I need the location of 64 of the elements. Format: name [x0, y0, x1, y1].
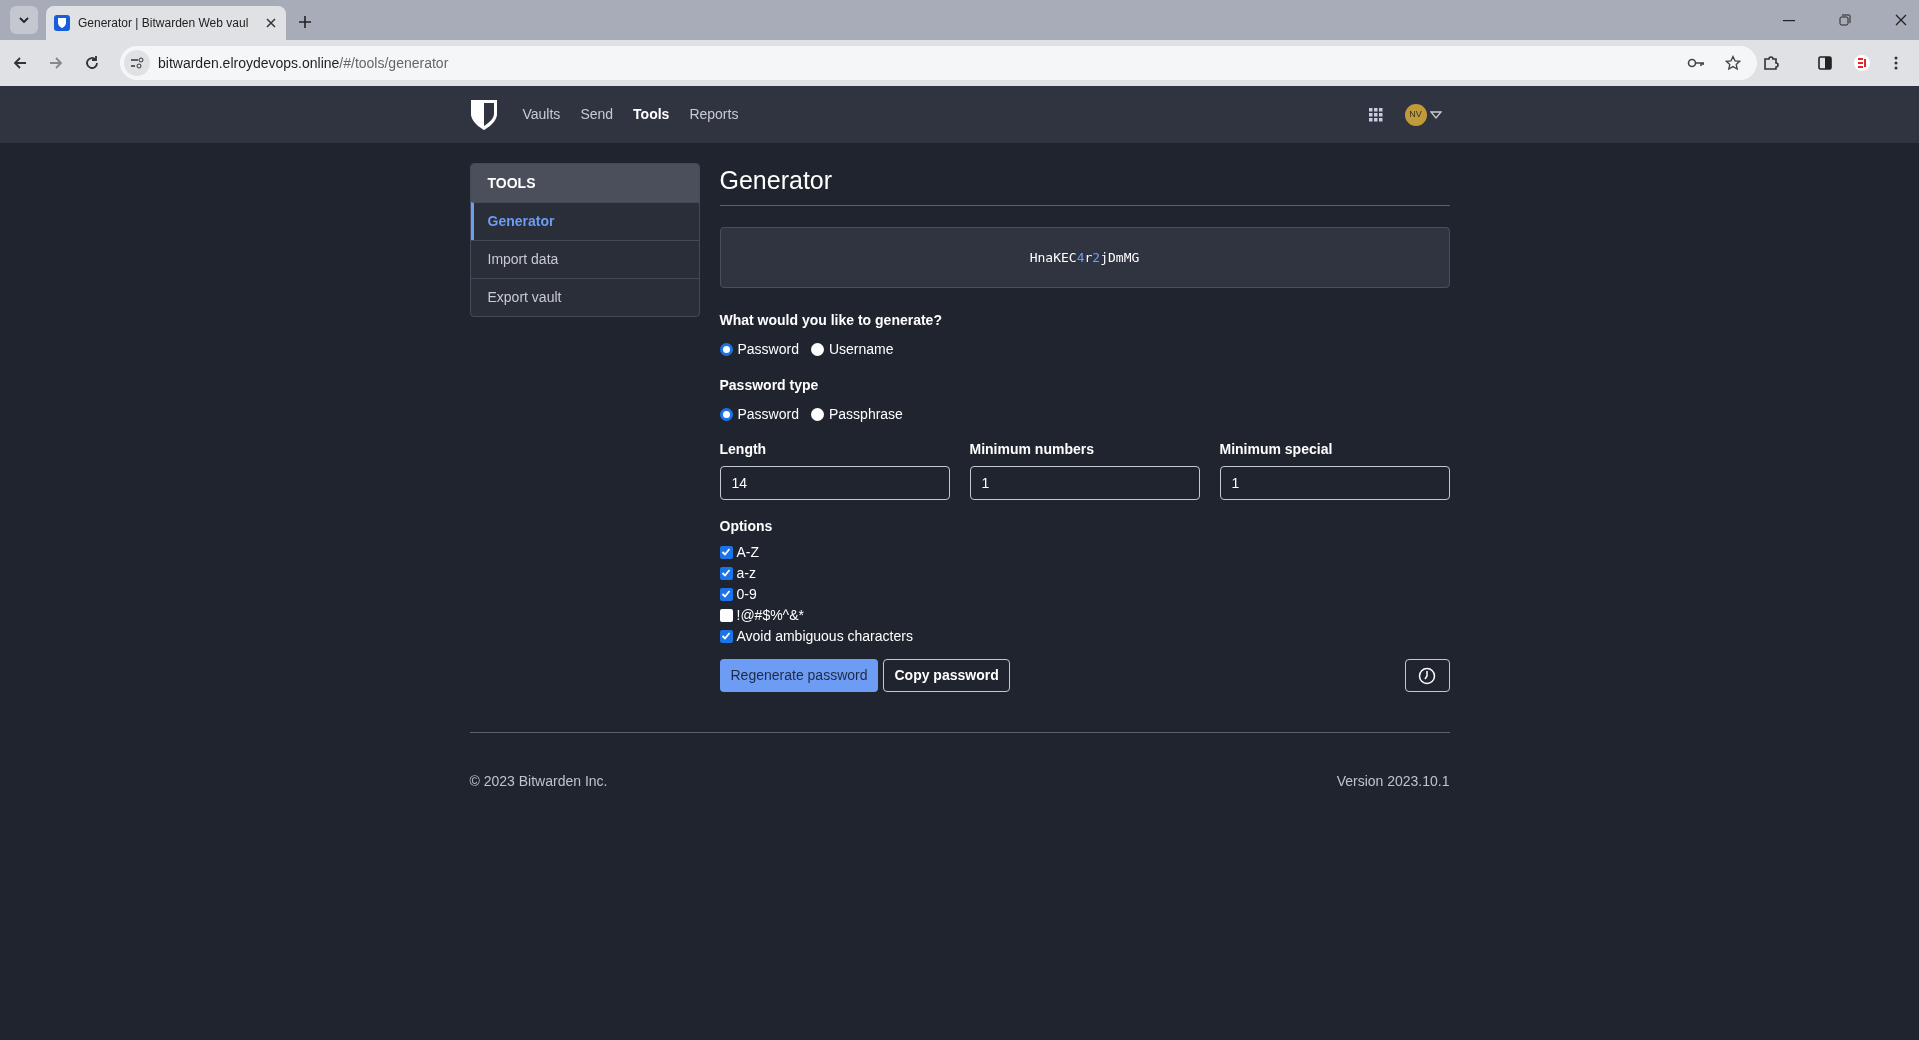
generated-password: HnaKEC4r2jDmMG — [1029, 248, 1140, 267]
forward-icon[interactable] — [48, 55, 64, 71]
nav-link[interactable]: Send — [580, 104, 614, 125]
clock-icon — [1418, 666, 1436, 685]
number-field[interactable]: 1 — [969, 466, 1200, 500]
sidebar-title: TOOLS — [487, 173, 536, 193]
extension-icon[interactable] — [1854, 55, 1870, 71]
nav-link[interactable]: Reports — [689, 104, 739, 125]
section-label: What would you like to generate? — [719, 311, 943, 330]
version-text: Version 2023.10.1 — [1336, 772, 1450, 791]
address-bar[interactable]: bitwarden.elroydevops.online/#/tools/generator — [120, 46, 1757, 80]
close-icon[interactable] — [264, 16, 278, 30]
checkbox-option[interactable]: Avoid ambiguous characters — [719, 627, 1450, 645]
field-label: Minimum numbers — [969, 440, 1095, 459]
copyright-text: © 2023 Bitwarden Inc. — [469, 772, 608, 791]
reload-icon[interactable] — [84, 55, 100, 71]
checkmark-icon — [721, 568, 731, 578]
copy-password-button[interactable]: Copy password — [883, 659, 1010, 692]
field-label: Length — [719, 440, 768, 459]
new-tab-icon[interactable] — [298, 15, 312, 29]
radio-option[interactable]: Password — [719, 404, 799, 425]
back-icon[interactable] — [12, 55, 28, 71]
checkmark-icon — [721, 547, 731, 557]
page-title: Generator — [719, 165, 834, 195]
radio-option[interactable]: Passphrase — [810, 404, 903, 425]
nav-link[interactable]: Vaults — [522, 104, 561, 125]
section-label: Options — [719, 517, 774, 536]
minimize-icon[interactable] — [1783, 20, 1795, 22]
url-text: bitwarden.elroydevops.online/#/tools/generator — [158, 53, 449, 73]
avatar[interactable]: NV — [1404, 103, 1427, 126]
regenerate-password-button[interactable]: Regenerate password — [719, 659, 879, 692]
shield-icon — [54, 15, 70, 31]
nav-link[interactable]: Tools — [633, 104, 670, 125]
checkbox-option[interactable]: !@#$%^&* — [719, 606, 1450, 624]
checkbox-option[interactable]: a-z — [719, 564, 1450, 582]
number-field[interactable]: 14 — [719, 466, 950, 500]
section-label: Password type — [719, 376, 820, 395]
radio-option[interactable]: Password — [719, 339, 799, 360]
sidebar-item[interactable]: Import data — [470, 240, 699, 278]
site-settings-icon[interactable] — [124, 50, 150, 76]
tab-list-button[interactable] — [10, 6, 38, 34]
key-icon[interactable] — [1687, 57, 1705, 69]
caret-icon[interactable] — [1429, 110, 1442, 119]
checkmark-icon — [721, 589, 731, 599]
number-field[interactable]: 1 — [1219, 466, 1450, 500]
checkbox-option[interactable]: A-Z — [719, 543, 1450, 561]
field-label: Minimum special — [1219, 440, 1334, 459]
sidebar-item[interactable]: Generator — [470, 202, 699, 240]
puzzle-icon[interactable] — [1763, 55, 1779, 71]
shield-logo-icon[interactable] — [469, 98, 498, 131]
checkmark-icon — [721, 631, 731, 641]
restore-icon[interactable] — [1839, 14, 1851, 26]
apps-grid-icon[interactable] — [1368, 107, 1383, 122]
sidebar-item[interactable]: Export vault — [470, 278, 699, 316]
radio-option[interactable]: Username — [810, 339, 894, 360]
side-panel-icon[interactable] — [1818, 56, 1832, 70]
browser-tab[interactable]: Generator | Bitwarden Web vaul — [46, 6, 286, 40]
tab-title: Generator | Bitwarden Web vaul — [78, 15, 250, 32]
checkbox-option[interactable]: 0-9 — [719, 585, 1450, 603]
star-icon[interactable] — [1725, 55, 1741, 71]
menu-icon[interactable] — [1894, 56, 1898, 70]
history-button[interactable] — [1404, 659, 1450, 692]
caret-icon — [18, 14, 30, 26]
close-icon[interactable] — [1895, 14, 1907, 26]
